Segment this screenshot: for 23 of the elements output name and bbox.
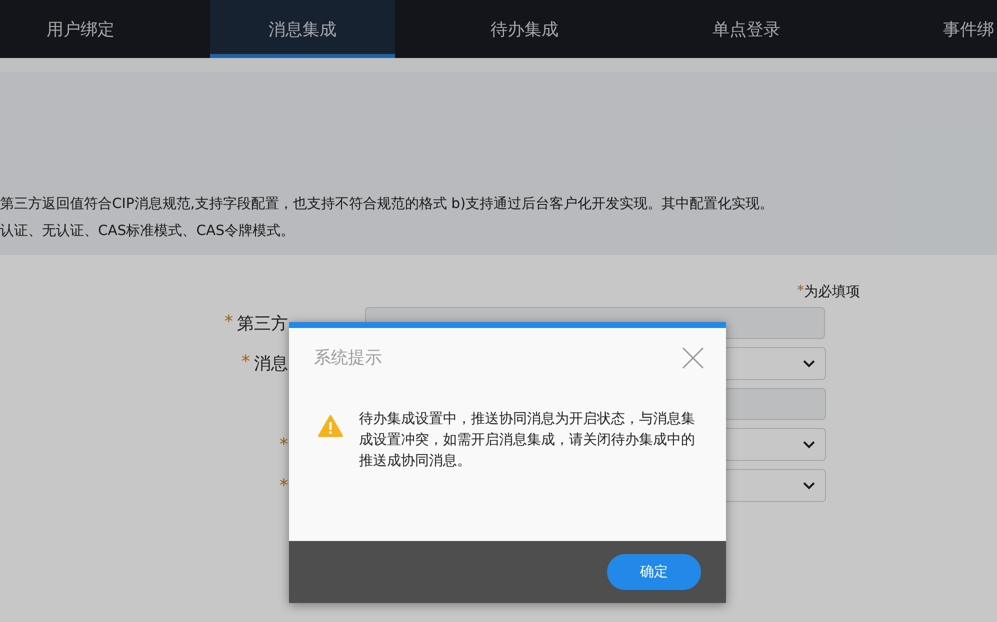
required-asterisk: *	[242, 352, 250, 374]
nav-tab[interactable]: 消息集成	[210, 0, 395, 58]
nav-tab[interactable]: 单点登录	[654, 0, 839, 58]
info-text: 第三方返回值符合CIP消息规范,支持字段配置，也支持不符合规范的格式 b)支持通过后台客户化开发实现。其中配置化实现。	[0, 195, 775, 213]
chevron-icon	[803, 482, 815, 490]
chevron-icon	[803, 440, 815, 448]
field-label: 消息	[254, 353, 288, 375]
chevron-icon	[803, 360, 815, 368]
confirm-button[interactable]: 确定	[607, 554, 701, 590]
nav-tab[interactable]: 待办集成	[432, 0, 617, 58]
required-note: 为必填项	[804, 283, 860, 301]
warning-icon	[318, 415, 343, 437]
required-asterisk: *	[224, 312, 233, 334]
nav-tab[interactable]: 事件绑	[876, 0, 997, 58]
required-asterisk: *	[797, 283, 804, 301]
nav-tab[interactable]: 用户绑定	[0, 0, 173, 58]
required-asterisk: *	[280, 434, 288, 454]
required-asterisk: *	[280, 476, 288, 496]
close-button[interactable]	[682, 346, 704, 368]
dialog-title: 系统提示	[314, 347, 382, 369]
dialog-message: 待办集成设置中，推送协同消息为开启状态，与消息集成设置冲突，如需开启消息集成，请关闭待办集成中的推送成协同消息。	[359, 410, 696, 471]
info-text: 认证、无认证、CAS标准模式、CAS令牌模式。	[0, 222, 296, 240]
field-label: 第三方	[237, 312, 288, 334]
